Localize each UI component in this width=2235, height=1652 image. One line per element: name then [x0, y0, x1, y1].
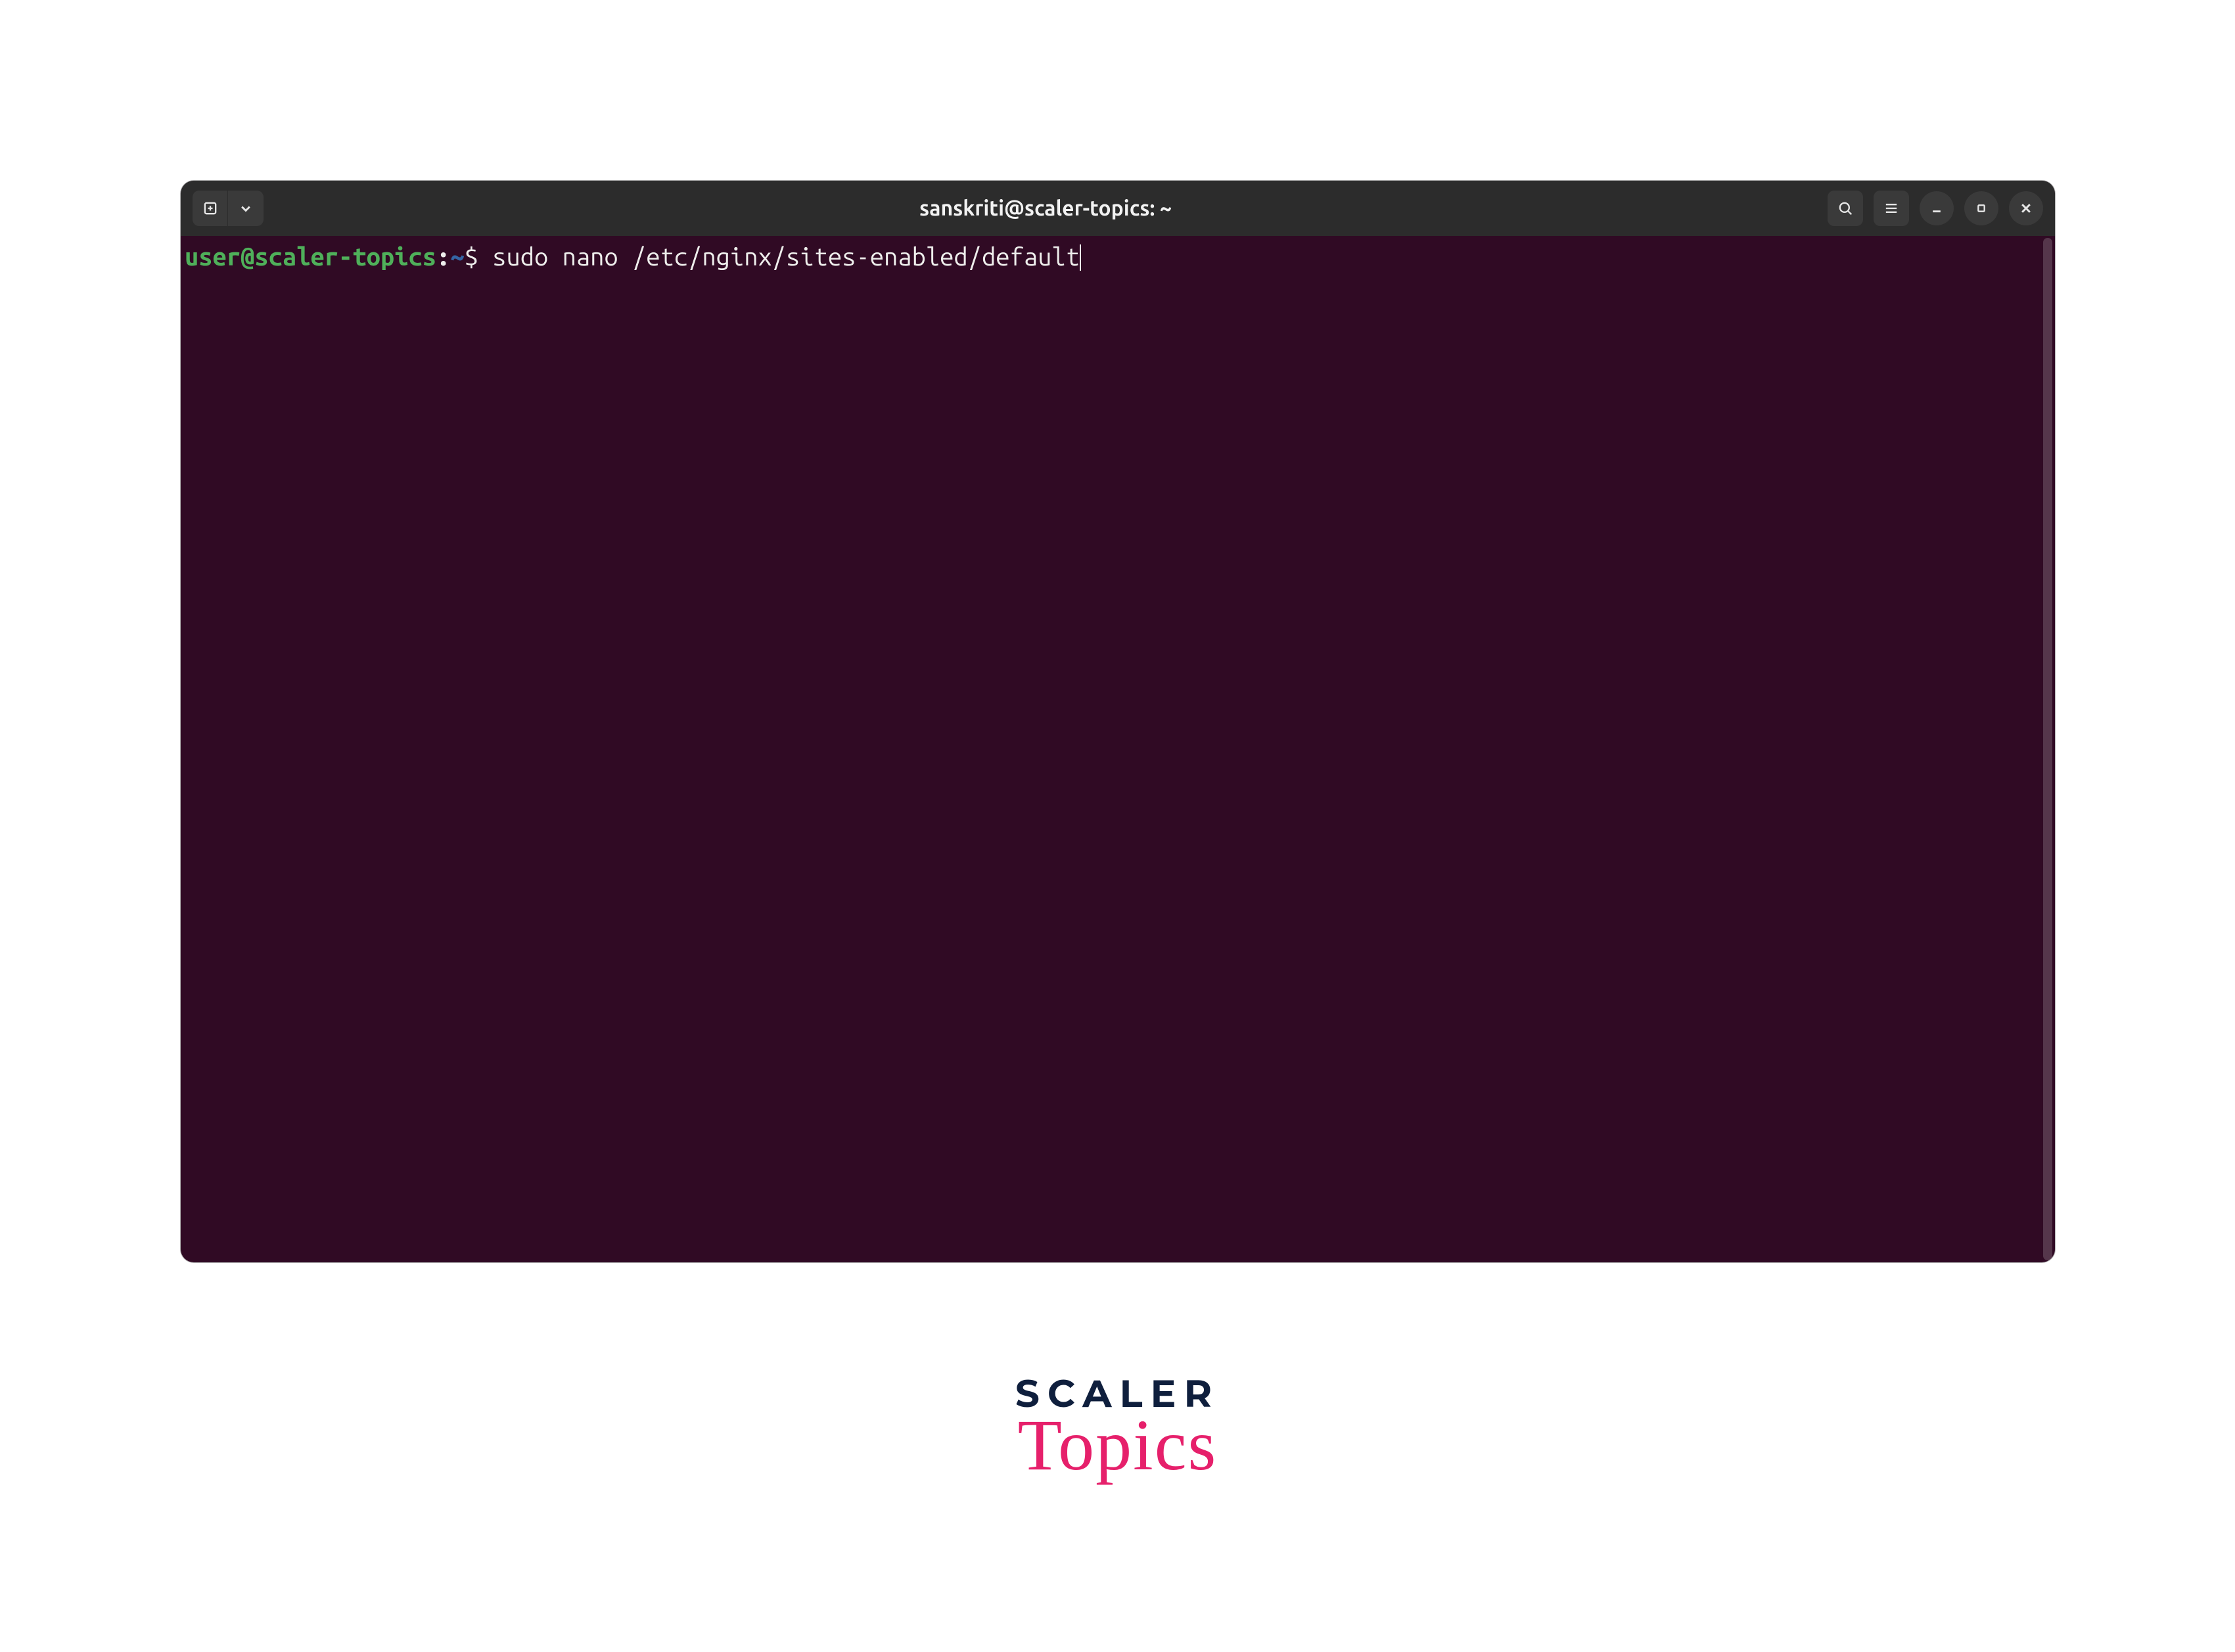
command-input: sudo nano /etc/nginx/sites-enabled/defau…: [478, 242, 1080, 273]
window-title: sanskriti@scaler-topics: ~: [271, 196, 1820, 220]
close-button[interactable]: [2009, 191, 2043, 225]
prompt-line: user@scaler-topics:~$ sudo nano /etc/ngi…: [185, 242, 2051, 273]
scaler-topics-logo: SCALER Topics: [1015, 1370, 1220, 1487]
titlebar: sanskriti@scaler-topics: ~: [181, 181, 2055, 236]
text-cursor: [1080, 244, 1081, 271]
new-tab-icon: [201, 199, 219, 218]
terminal-window: sanskriti@scaler-topics: ~: [181, 181, 2055, 1262]
chevron-down-icon: [237, 199, 255, 218]
prompt-symbol: $: [465, 242, 478, 273]
terminal-body[interactable]: user@scaler-topics:~$ sudo nano /etc/ngi…: [181, 236, 2055, 1262]
close-icon: [2017, 199, 2035, 218]
minimize-icon: [1927, 199, 1946, 218]
search-button[interactable]: [1828, 191, 1863, 226]
maximize-icon: [1972, 199, 1991, 218]
prompt-user: user@scaler-topics: [185, 242, 436, 273]
search-icon: [1836, 199, 1855, 218]
hamburger-icon: [1882, 199, 1901, 218]
hamburger-menu-button[interactable]: [1874, 191, 1909, 226]
scrollbar-thumb[interactable]: [2043, 238, 2052, 1260]
logo-text-bottom: Topics: [1015, 1404, 1220, 1487]
titlebar-right-controls: [1828, 191, 2043, 226]
prompt-path: ~: [450, 242, 464, 273]
minimize-button[interactable]: [1920, 191, 1954, 225]
titlebar-left-controls: [193, 191, 264, 226]
new-tab-button[interactable]: [193, 191, 228, 226]
maximize-button[interactable]: [1964, 191, 1998, 225]
new-tab-button-group: [193, 191, 264, 226]
prompt-colon: :: [436, 242, 450, 273]
scrollbar-track[interactable]: [2043, 238, 2052, 1260]
new-tab-dropdown-button[interactable]: [228, 191, 264, 226]
